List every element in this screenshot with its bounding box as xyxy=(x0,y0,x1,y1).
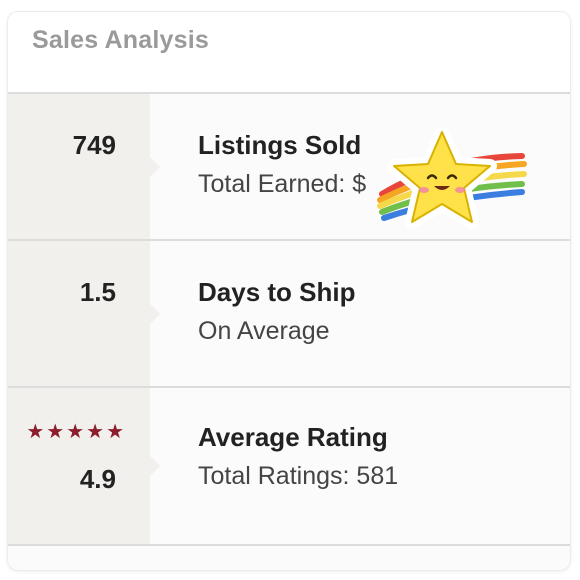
listings-sold-value: 749 xyxy=(72,130,116,160)
average-rating-value: 4.9 xyxy=(79,464,116,494)
days-to-ship-title: Days to Ship xyxy=(198,277,356,307)
star-icon: ★ xyxy=(106,421,124,443)
stat-value-panel: ★ ★ ★ ★ ★ 4.9 xyxy=(8,388,150,544)
listings-sold-title: Listings Sold xyxy=(198,130,362,160)
card-title: Sales Analysis xyxy=(32,26,209,54)
stat-value-panel: 749 xyxy=(8,94,150,239)
star-icon: ★ xyxy=(86,421,105,443)
rating-stars: ★ ★ ★ ★ ★ xyxy=(26,422,124,442)
star-icon: ★ xyxy=(66,421,85,443)
stat-row-average-rating: ★ ★ ★ ★ ★ 4.9 Average Rating Total Ratings: … xyxy=(8,388,570,546)
on-average-label: On Average xyxy=(198,317,330,345)
star-icon: ★ xyxy=(46,421,65,443)
total-ratings-label: Total Ratings: 581 xyxy=(198,462,399,490)
stat-text-panel: Average Rating Total Ratings: 581 xyxy=(150,388,570,544)
days-to-ship-value: 1.5 xyxy=(79,277,116,307)
average-rating-title: Average Rating xyxy=(198,422,388,452)
total-earned-label: Total Earned: $ xyxy=(198,170,367,198)
stat-text-panel: Days to Ship On Average xyxy=(150,241,570,386)
stat-row-days-to-ship: 1.5 Days to Ship On Average xyxy=(8,241,570,388)
shooting-star-sticker-icon xyxy=(377,128,527,229)
star-icon: ★ xyxy=(26,421,45,443)
sales-analysis-card: Sales Analysis 749 Listings Sold Total E… xyxy=(8,12,570,570)
stat-value-panel: 1.5 xyxy=(8,241,150,386)
card-header: Sales Analysis xyxy=(8,12,570,94)
